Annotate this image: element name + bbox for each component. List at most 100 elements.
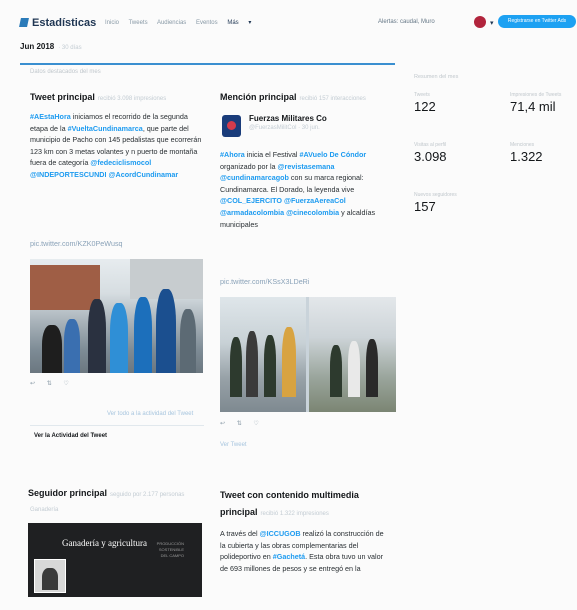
- nav-menu: Inicio Tweets Audiencias Eventos Más ▾: [105, 19, 267, 26]
- stat-label-impressions: Impresiones de Tweets: [510, 92, 562, 98]
- top-media-title: Tweet con contenido multimedia: [220, 490, 359, 500]
- top-mention-text: #Ahora inicia el Festival #AVuelo De Cón…: [220, 149, 384, 230]
- photo-person: [282, 327, 296, 397]
- photo-person: [180, 309, 196, 373]
- tweet-entity-link[interactable]: @cundinamarcagob: [220, 173, 289, 182]
- user-avatar[interactable]: [474, 16, 486, 28]
- nav-item-mas[interactable]: Más ▾: [227, 20, 259, 26]
- top-mention-see-link[interactable]: Ver Tweet: [220, 442, 247, 448]
- tweet-entity-link[interactable]: @cinecolombia: [286, 208, 339, 217]
- photo-person: [110, 303, 128, 373]
- nav-item-tweets[interactable]: Tweets: [129, 20, 148, 26]
- mention-author-handle: @FuerzasMilitCol · 30 jun.: [249, 125, 320, 131]
- top-mention-photo[interactable]: [220, 297, 396, 412]
- top-media-title-line2: principal recibió 1.322 impresiones: [220, 507, 329, 517]
- mention-author-avatar[interactable]: [222, 115, 241, 137]
- period-month: Jun 2018: [20, 42, 55, 51]
- photo-building: [30, 265, 100, 310]
- stat-label-mentions: Menciones: [510, 142, 535, 148]
- top-follower-title-label: Seguidor principal: [28, 488, 108, 498]
- tweet-entity-link[interactable]: @ICCUGOB: [260, 529, 301, 538]
- tweet-entity-link[interactable]: #Ahora: [220, 150, 245, 159]
- photo-person: [264, 335, 276, 397]
- stat-label-profile-visits: Visitas al perfil: [414, 142, 447, 148]
- stat-value-new-followers: 157: [414, 199, 436, 214]
- section-subheader: Datos destacados del mes: [30, 69, 101, 75]
- photo-person: [88, 299, 106, 373]
- top-media-text: A través del @ICCUGOB realizó la constru…: [220, 528, 390, 598]
- tweet-text-segment: organizado por la: [220, 161, 278, 171]
- top-tweet-see-activity-link[interactable]: Ver todo a la actividad del Tweet: [107, 411, 193, 417]
- photo-person: [348, 341, 360, 397]
- top-tweet-action-icons[interactable]: ↩ ⇅ ♡: [30, 380, 74, 387]
- photo-person: [42, 325, 62, 373]
- top-follower-avatar[interactable]: [34, 559, 66, 593]
- top-tweet-title: Tweet principal recibió 3.098 impresiones: [30, 92, 166, 102]
- top-tweet-photo[interactable]: [30, 259, 203, 373]
- analytics-page: Estadísticas Inicio Tweets Audiencias Ev…: [0, 0, 577, 610]
- top-follower-title: Seguidor principal seguido por 2.177 pers…: [28, 488, 184, 498]
- top-tweet-link[interactable]: pic.twitter.com/KZK0PeWusq: [30, 238, 123, 250]
- top-mention-link[interactable]: pic.twitter.com/KSsX3LDeRi: [220, 276, 309, 288]
- top-navigation-bar: Estadísticas Inicio Tweets Audiencias Ev…: [19, 14, 576, 36]
- account-selector[interactable]: Alertas: caudal, Muro: [378, 19, 435, 25]
- photo-person: [156, 289, 176, 373]
- tweet-entity-link[interactable]: @revistasemana: [278, 162, 335, 171]
- chevron-down-icon[interactable]: ▾: [490, 19, 494, 27]
- nav-item-eventos[interactable]: Eventos: [196, 20, 218, 26]
- photo-person: [64, 319, 80, 373]
- tweet-text-segment: inicia el Festival: [244, 150, 300, 159]
- top-media-title-label: Tweet con contenido multimedia: [220, 490, 359, 500]
- stat-value-mentions: 1.322: [510, 149, 543, 164]
- top-mention-title: Mención principal recibió 157 interaccion…: [220, 92, 366, 102]
- nav-item-audiencias[interactable]: Audiencias: [157, 20, 186, 26]
- divider: [30, 425, 204, 426]
- top-tweet-subtitle: recibió 3.098 impresiones: [97, 96, 167, 102]
- stat-label-tweets: Tweets: [414, 92, 430, 98]
- view-tweet-activity-button[interactable]: Ver la Actividad del Tweet: [34, 433, 107, 439]
- stat-value-tweets: 122: [414, 99, 436, 114]
- period-underline: [20, 63, 395, 65]
- top-follower-subline: Ganadería: [30, 507, 59, 513]
- top-follower-subtitle: seguido por 2.177 personas: [110, 492, 185, 498]
- banner-title: Ganadería y agricultura: [62, 538, 147, 548]
- banner-caption: PRODUCCIÓN SOSTENIBLE DEL CAMPO: [157, 541, 184, 559]
- photo-person: [246, 331, 258, 397]
- stat-label-new-followers: Nuevos seguidores: [414, 192, 457, 198]
- top-mention-title-label: Mención principal: [220, 92, 297, 102]
- top-media-subtitle: recibió 1.322 impresiones: [260, 511, 329, 517]
- stat-value-profile-visits: 3.098: [414, 149, 447, 164]
- promo-button[interactable]: Registrarse en Twitter Ads: [498, 15, 576, 28]
- chevron-down-icon: ▾: [248, 20, 252, 26]
- period-range: · 30 días: [58, 45, 82, 51]
- brand-label: Estadísticas: [32, 17, 97, 29]
- analytics-brand[interactable]: Estadísticas: [19, 17, 97, 29]
- tweet-entity-link[interactable]: #AVuelo De Cóndor: [300, 150, 367, 159]
- top-media-title-line2-label: principal: [220, 507, 258, 517]
- tweet-entity-link[interactable]: @AcordCundinamar: [109, 170, 179, 179]
- top-tweet-title-label: Tweet principal: [30, 92, 95, 102]
- photo-person: [230, 337, 242, 397]
- nav-item-mas-label: Más: [227, 20, 239, 26]
- tweet-entity-link[interactable]: @INDEPORTESCUNDI: [30, 170, 107, 179]
- tweet-entity-link[interactable]: @fedeciclismocol: [90, 158, 151, 167]
- top-tweet-text: #AEstaHora iniciamos el recorrido de la …: [30, 111, 202, 181]
- stat-value-impressions: 71,4 mil: [510, 99, 556, 114]
- banner-caption-line: DEL CAMPO: [160, 553, 184, 558]
- tweet-entity-link[interactable]: @armadacolombia: [220, 208, 284, 217]
- stats-heading: Resumen del mes: [414, 74, 459, 80]
- tweet-entity-link[interactable]: @COL_EJERCITO: [220, 196, 282, 205]
- top-follower-banner[interactable]: Ganadería y agricultura PRODUCCIÓN SOSTE…: [28, 523, 202, 597]
- tweet-entity-link[interactable]: @FuerzaAereaCol: [284, 196, 346, 205]
- period-title: Jun 2018 · 30 días: [20, 42, 82, 51]
- top-mention-action-icons[interactable]: ↩ ⇅ ♡: [220, 420, 264, 427]
- tweet-entity-link[interactable]: #Gachetá: [273, 552, 305, 561]
- photo-person: [330, 345, 342, 397]
- tweet-entity-link[interactable]: #AEstaHora: [30, 112, 71, 121]
- photo-person: [134, 297, 152, 373]
- photo-person: [366, 339, 378, 397]
- mention-author-name[interactable]: Fuerzas Militares Co: [249, 114, 327, 123]
- twitter-bird-icon: [19, 18, 29, 27]
- nav-item-inicio[interactable]: Inicio: [105, 20, 119, 26]
- tweet-entity-link[interactable]: #VueltaCundinamarca: [68, 124, 143, 133]
